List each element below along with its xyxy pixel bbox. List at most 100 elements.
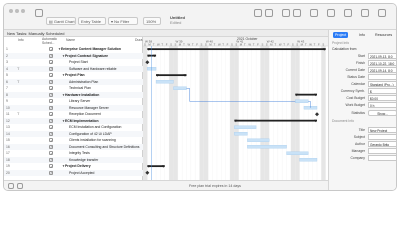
work-budget-field[interactable]: 0 h bbox=[368, 102, 396, 108]
auto-schedule-checkbox[interactable] bbox=[49, 164, 53, 169]
view-selector[interactable]: ▤ Gantt Chart bbox=[46, 17, 76, 25]
indent-icon[interactable] bbox=[265, 9, 273, 17]
auto-schedule-checkbox[interactable] bbox=[49, 118, 53, 123]
weekend-column bbox=[321, 46, 326, 180]
info-icon: T bbox=[17, 65, 20, 71]
task-name[interactable]: Enterprise Content Manager Solution bbox=[61, 47, 121, 51]
column-header-info[interactable]: Info bbox=[18, 38, 24, 42]
subject-field[interactable] bbox=[368, 134, 396, 140]
auto-schedule-checkbox[interactable] bbox=[49, 53, 53, 58]
weekend-column bbox=[290, 46, 296, 180]
row-number: 2 bbox=[6, 53, 8, 58]
weekend-column bbox=[230, 46, 235, 180]
resources-icon[interactable] bbox=[327, 9, 335, 17]
auto-schedule-checkbox[interactable] bbox=[49, 99, 53, 104]
inspector-toggle-icon[interactable] bbox=[378, 9, 386, 17]
task-name[interactable]: Document Consulting and Structure Defini… bbox=[69, 145, 140, 149]
auto-schedule-checkbox[interactable] bbox=[49, 60, 53, 65]
task-mode-label[interactable]: New Tasks: Manually Scheduled bbox=[7, 31, 65, 36]
task-name[interactable]: Software and Hardware reliable bbox=[69, 67, 117, 71]
calendar-select[interactable]: Standard (Pro...) bbox=[368, 81, 396, 87]
zoom-selector[interactable]: 150% bbox=[143, 17, 161, 25]
link-icon[interactable] bbox=[282, 9, 290, 17]
weekend-column bbox=[143, 46, 148, 180]
inspector-tab-resources[interactable]: Resources bbox=[373, 32, 394, 38]
auto-schedule-checkbox[interactable] bbox=[49, 125, 53, 130]
auto-schedule-checkbox[interactable] bbox=[49, 79, 53, 84]
task-name[interactable]: Administration Plan bbox=[69, 80, 98, 84]
minimize-window-button[interactable] bbox=[15, 9, 19, 13]
current-date-label: Current Date bbox=[345, 68, 365, 72]
task-name[interactable]: Technical Plan bbox=[69, 86, 91, 90]
work-budget-label: Work Budget bbox=[345, 103, 365, 107]
filter-selector[interactable]: ▾ No Filter bbox=[108, 17, 138, 25]
task-name[interactable]: ECM Implementation bbox=[65, 119, 99, 123]
auto-schedule-checkbox[interactable] bbox=[49, 105, 53, 110]
inspector-tab-info[interactable]: Info bbox=[357, 32, 367, 38]
auto-schedule-checkbox[interactable] bbox=[49, 47, 53, 52]
task-name[interactable]: Library Server bbox=[69, 99, 90, 103]
manager-field[interactable] bbox=[368, 148, 396, 154]
auto-schedule-checkbox[interactable] bbox=[49, 170, 53, 175]
table-selector[interactable]: Entry Table bbox=[78, 17, 106, 25]
status-date-field[interactable] bbox=[368, 74, 396, 80]
task-name[interactable]: Reception Document bbox=[69, 112, 101, 116]
auto-schedule-checkbox[interactable] bbox=[49, 144, 53, 149]
column-header-name[interactable]: Name bbox=[66, 38, 75, 42]
auto-schedule-checkbox[interactable] bbox=[49, 157, 53, 162]
task-name[interactable]: Resource Manager Server bbox=[69, 106, 109, 110]
task-name[interactable]: Clients installation for scanning bbox=[69, 138, 116, 142]
row-number: 8 bbox=[6, 92, 8, 97]
task-bar bbox=[295, 99, 309, 103]
info-icon: T bbox=[17, 78, 20, 84]
row-number: 16 bbox=[6, 144, 10, 149]
add-task-icon[interactable] bbox=[310, 9, 318, 17]
auto-schedule-checkbox[interactable] bbox=[49, 138, 53, 143]
sidebar-toggle-icon[interactable] bbox=[35, 9, 43, 17]
column-header-auto[interactable]: Automatic Sched... bbox=[42, 37, 62, 45]
remove-row-icon[interactable] bbox=[17, 183, 23, 189]
close-window-button[interactable] bbox=[9, 9, 13, 13]
print-icon[interactable] bbox=[361, 9, 369, 17]
task-name[interactable]: Project Delivery bbox=[65, 164, 91, 168]
auto-schedule-checkbox[interactable] bbox=[49, 112, 53, 117]
add-row-icon[interactable] bbox=[8, 183, 14, 189]
info-icon: T bbox=[17, 111, 20, 116]
share-icon[interactable] bbox=[344, 9, 352, 17]
inspector-tab-project[interactable]: Project bbox=[333, 32, 349, 38]
task-name[interactable]: Integrity Tests bbox=[69, 151, 90, 155]
auto-schedule-checkbox[interactable] bbox=[49, 131, 53, 136]
cost-budget-field[interactable]: $0.00 bbox=[368, 95, 396, 101]
unlink-icon[interactable] bbox=[293, 9, 301, 17]
company-field[interactable] bbox=[368, 155, 396, 161]
auto-schedule-checkbox[interactable] bbox=[49, 86, 53, 91]
zoom-window-button[interactable] bbox=[21, 9, 25, 13]
title-label: Title bbox=[358, 128, 365, 132]
task-name[interactable]: Project Start bbox=[69, 60, 88, 64]
auto-schedule-checkbox[interactable] bbox=[49, 73, 53, 78]
current-date-field[interactable]: 2021-09-14, 8:0 bbox=[368, 67, 396, 73]
task-name[interactable]: ECM Installation and Configuration bbox=[69, 125, 121, 129]
calculation-from-label: Calculation from bbox=[332, 47, 357, 51]
task-name[interactable]: Project Plan bbox=[65, 73, 85, 77]
section-document-info: Document Info bbox=[332, 119, 355, 123]
currency-field[interactable]: $ bbox=[368, 88, 396, 94]
statistics-show-button[interactable]: Show... bbox=[368, 110, 396, 116]
auto-schedule-checkbox[interactable] bbox=[49, 66, 53, 71]
task-name[interactable]: Configuration of 42 Ui LDAP bbox=[69, 132, 112, 136]
task-name[interactable]: Project Contract Signature bbox=[65, 54, 108, 58]
auto-schedule-checkbox[interactable] bbox=[49, 92, 53, 97]
task-name[interactable]: Knowledge transfer bbox=[69, 158, 98, 162]
start-field[interactable]: 2021-09-13, 8:0 bbox=[368, 53, 396, 59]
column-header-duration[interactable]: Dura bbox=[135, 38, 142, 42]
table-row[interactable]: 20 Project Accepted bbox=[4, 169, 143, 176]
outdent-icon[interactable] bbox=[254, 9, 262, 17]
task-name[interactable]: Hardware Installation bbox=[65, 93, 99, 97]
task-bar bbox=[286, 151, 309, 155]
title-field[interactable]: New Project bbox=[368, 127, 396, 133]
status-bar: Free plan trial expires in 14 days bbox=[4, 180, 328, 190]
auto-schedule-checkbox[interactable] bbox=[49, 151, 53, 156]
task-name[interactable]: Project Accepted bbox=[69, 171, 94, 175]
author-field[interactable]: Gerardo Brito bbox=[368, 141, 396, 147]
finish-field[interactable]: 2021-10-22, 18:0 bbox=[368, 60, 396, 66]
